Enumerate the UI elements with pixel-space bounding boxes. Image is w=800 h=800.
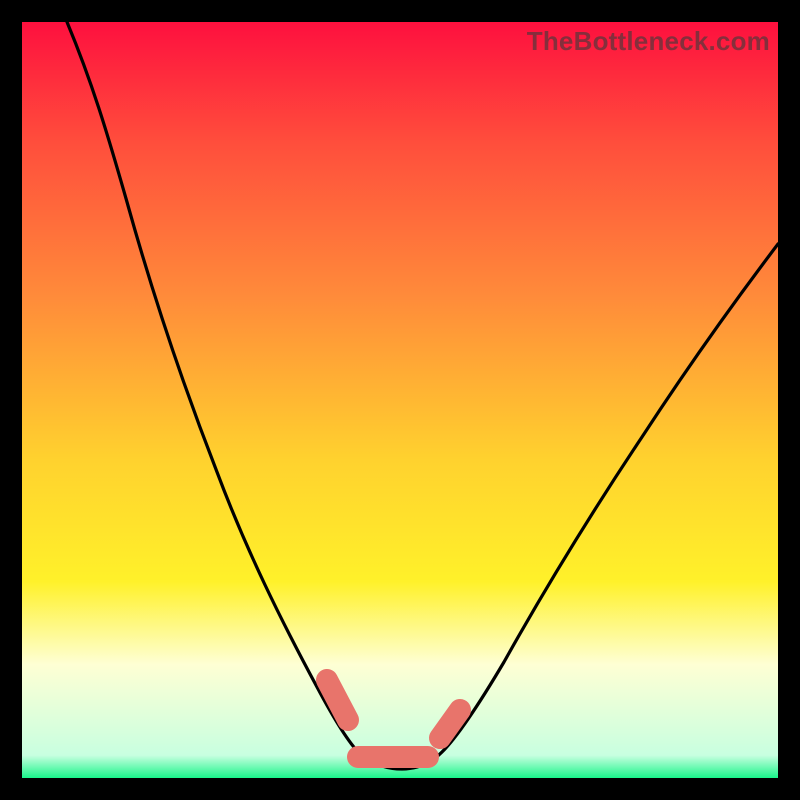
chart-svg — [22, 22, 778, 778]
chart-frame: TheBottleneck.com — [22, 22, 778, 778]
